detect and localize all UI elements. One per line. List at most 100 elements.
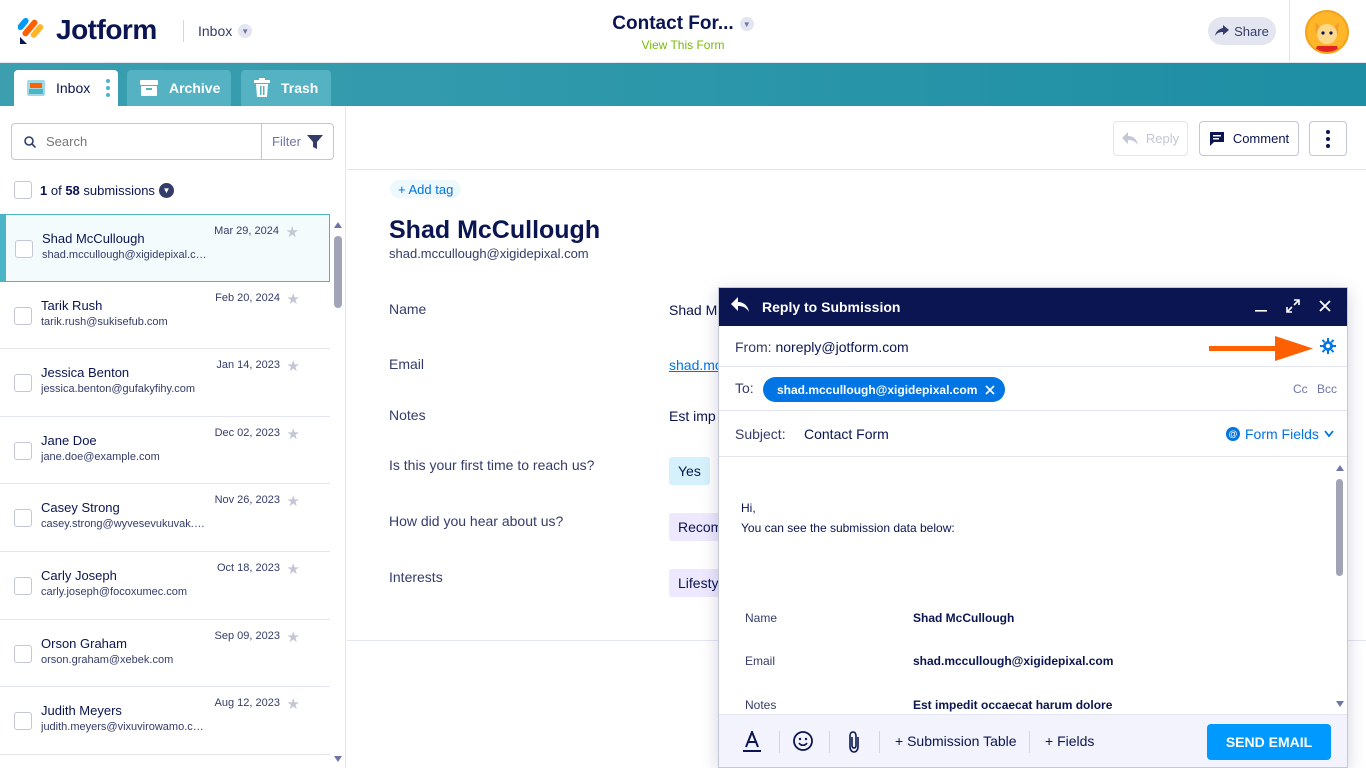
- send-email-button[interactable]: SEND EMAIL: [1207, 724, 1331, 760]
- item-checkbox[interactable]: [14, 644, 32, 663]
- star-icon[interactable]: ★: [287, 560, 300, 578]
- reply-button[interactable]: Reply: [1113, 121, 1188, 156]
- scroll-up-icon[interactable]: [1336, 465, 1344, 471]
- star-icon[interactable]: ★: [287, 425, 300, 443]
- item-email: tarik.rush@sukisefub.com: [41, 315, 168, 328]
- gear-icon[interactable]: [1320, 338, 1336, 354]
- item-checkbox[interactable]: [14, 306, 32, 325]
- text-format-icon[interactable]: [743, 731, 761, 753]
- item-checkbox[interactable]: [14, 441, 32, 460]
- tab-label: Inbox: [56, 80, 91, 96]
- item-email: orson.graham@xebek.com: [41, 653, 174, 666]
- star-icon[interactable]: ★: [287, 628, 300, 646]
- item-checkbox[interactable]: [15, 240, 33, 258]
- comment-icon: [1209, 131, 1224, 146]
- comment-button[interactable]: Comment: [1199, 121, 1299, 156]
- cc-button[interactable]: Cc: [1293, 382, 1308, 396]
- footer-divider: [829, 731, 830, 753]
- item-name: Tarik Rush: [41, 297, 103, 313]
- avatar[interactable]: [1305, 10, 1349, 54]
- scrollbar-thumb[interactable]: [334, 236, 342, 308]
- minimize-icon[interactable]: [1252, 297, 1270, 315]
- share-button[interactable]: Share: [1208, 17, 1276, 45]
- attachment-icon[interactable]: [847, 731, 861, 753]
- list-item[interactable]: Jessica Benton jessica.benton@gufakyfihy…: [0, 349, 330, 417]
- body-line[interactable]: You can see the submission data below:: [741, 521, 955, 535]
- list-item[interactable]: Orson Graham orson.graham@xebek.com Sep …: [0, 620, 330, 688]
- submitter-email: shad.mccullough@xigidepixal.com: [389, 246, 589, 261]
- more-options-button[interactable]: [1309, 121, 1347, 156]
- star-icon[interactable]: ★: [287, 357, 300, 375]
- select-all-checkbox[interactable]: [14, 181, 32, 199]
- form-title-dropdown[interactable]: Contact For... ▼: [612, 13, 754, 35]
- recipient-chip[interactable]: shad.mccullough@xigidepixal.com: [763, 377, 1006, 402]
- scrollbar-thumb[interactable]: [1336, 479, 1343, 576]
- item-name: Casey Strong: [41, 500, 120, 516]
- fields-button[interactable]: + Fields: [1045, 733, 1094, 749]
- item-date: Oct 18, 2023: [217, 561, 280, 574]
- list-item[interactable]: Tarik Rush tarik.rush@sukisefub.com Feb …: [0, 282, 330, 350]
- item-name: Orson Graham: [41, 635, 127, 651]
- reply-panel: Reply to Submission From: noreply@jotfor…: [718, 287, 1348, 768]
- bcc-button[interactable]: Bcc: [1317, 382, 1337, 396]
- item-checkbox[interactable]: [14, 576, 32, 595]
- expand-icon[interactable]: [1284, 297, 1302, 315]
- item-checkbox[interactable]: [14, 712, 32, 731]
- search-box: Filter: [11, 123, 334, 160]
- list-item[interactable]: Judith Meyers judith.meyers@vixuvirowamo…: [0, 687, 330, 755]
- scroll-down-icon[interactable]: [1336, 701, 1344, 707]
- list-item[interactable]: Jane Doe jane.doe@example.com Dec 02, 20…: [0, 417, 330, 485]
- table-label: Email: [745, 654, 776, 668]
- top-header: Jotform Inbox ▼ Contact For... ▼ View Th…: [0, 0, 1366, 63]
- count-of: of: [47, 182, 66, 198]
- field-label: How did you hear about us?: [389, 513, 564, 529]
- item-date: Jan 14, 2023: [216, 359, 280, 372]
- star-icon[interactable]: ★: [287, 695, 300, 713]
- item-date: Dec 02, 2023: [214, 426, 280, 439]
- table-label: Notes: [745, 698, 777, 712]
- list-item[interactable]: Shad McCullough shad.mccullough@xigidepi…: [0, 214, 330, 282]
- scroll-down-icon[interactable]: [334, 756, 342, 762]
- from-value[interactable]: noreply@jotform.com: [775, 339, 908, 355]
- tab-options-icon[interactable]: [106, 79, 111, 97]
- tab-label: Archive: [169, 80, 221, 96]
- chevron-down-icon[interactable]: ▼: [158, 182, 174, 198]
- item-checkbox[interactable]: [14, 374, 32, 393]
- close-icon[interactable]: [1316, 297, 1334, 315]
- reply-scrollbar[interactable]: [1334, 461, 1346, 711]
- from-label: From:: [735, 339, 772, 355]
- close-icon[interactable]: [985, 384, 995, 395]
- email-link[interactable]: shad.mc: [669, 357, 722, 373]
- tab-trash[interactable]: Trash: [241, 70, 331, 106]
- field-value: Shad M: [669, 302, 718, 318]
- search-input[interactable]: [46, 134, 246, 149]
- form-fields-dropdown[interactable]: @ Form Fields: [1226, 426, 1334, 442]
- list-item[interactable]: Carly Joseph carly.joseph@focoxumec.com …: [0, 552, 330, 620]
- list-scrollbar[interactable]: [333, 218, 343, 766]
- filter-button[interactable]: Filter: [261, 124, 333, 159]
- folder-tabs: Inbox Archive Trash: [0, 63, 1366, 106]
- emoji-icon[interactable]: [793, 731, 813, 751]
- submitter-name: Shad McCullough: [389, 216, 601, 244]
- view-form-link[interactable]: View This Form: [0, 38, 1366, 52]
- star-icon[interactable]: ★: [287, 290, 300, 308]
- table-label: Name: [745, 611, 778, 625]
- tab-archive[interactable]: Archive: [127, 70, 231, 106]
- submission-table-button[interactable]: + Submission Table: [895, 733, 1017, 749]
- add-tag-button[interactable]: + Add tag: [390, 180, 462, 198]
- field-value: Est imp: [669, 408, 716, 424]
- subject-input[interactable]: Contact Form: [804, 426, 889, 442]
- star-icon[interactable]: ★: [286, 223, 299, 241]
- reply-icon: [1121, 131, 1138, 145]
- form-title: Contact For...: [612, 13, 734, 34]
- item-date: Sep 09, 2023: [214, 629, 280, 642]
- tab-inbox[interactable]: Inbox: [14, 70, 118, 106]
- body-greeting[interactable]: Hi,: [741, 501, 756, 515]
- field-label: Interests: [389, 569, 443, 585]
- item-email: jane.doe@example.com: [41, 450, 160, 463]
- scroll-up-icon[interactable]: [334, 222, 342, 228]
- star-icon[interactable]: ★: [287, 492, 300, 510]
- item-checkbox[interactable]: [14, 509, 32, 528]
- list-item[interactable]: Casey Strong casey.strong@wyvesevukuvak.…: [0, 484, 330, 552]
- chevron-down-icon: ▼: [739, 17, 754, 31]
